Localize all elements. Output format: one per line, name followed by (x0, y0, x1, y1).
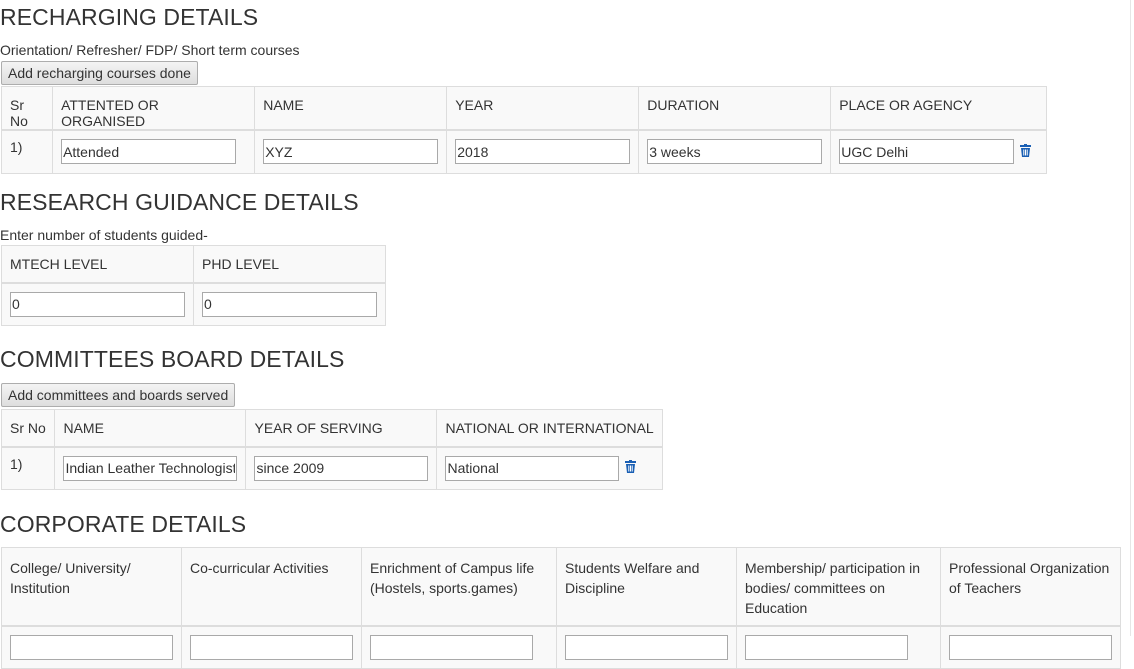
col-duration: DURATION (638, 86, 832, 131)
col-committee-name: NAME (54, 409, 247, 448)
recharging-subtitle: Orientation/ Refresher/ FDP/ Short term … (0, 42, 300, 58)
col-attended: ATTENTED OR ORGANISED (52, 86, 256, 131)
col-college: College/ University/ Institution (1, 547, 182, 627)
col-sr-no: Sr No (0, 86, 54, 131)
trash-icon[interactable] (1020, 143, 1032, 160)
col-national-international: NATIONAL OR INTERNATIONAL (436, 409, 663, 448)
col-year: YEAR (446, 86, 640, 131)
page-scroll-edge (1130, 0, 1131, 636)
corporate-title: CORPORATE DETAILS (0, 511, 247, 537)
membership-field[interactable] (745, 634, 908, 660)
college-field[interactable] (10, 634, 173, 660)
national-international-field[interactable] (445, 455, 620, 481)
mtech-level-field[interactable] (10, 291, 185, 317)
col-phd: PHD LEVEL (193, 245, 386, 284)
phd-level-field[interactable] (202, 291, 377, 317)
table-row: 1) (0, 129, 1047, 174)
col-campus-life: Enrichment of Campus life (Hostels, spor… (361, 547, 557, 627)
course-place-field[interactable] (839, 139, 1015, 164)
course-year-field[interactable] (455, 139, 631, 164)
col-sr-no: Sr No (0, 409, 56, 448)
add-committees-button[interactable]: Add committees and boards served (1, 383, 236, 407)
row-sr: 1) (0, 129, 54, 174)
year-of-serving-field[interactable] (254, 455, 429, 481)
committee-name-field[interactable] (63, 455, 238, 481)
col-place: PLACE OR AGENCY (830, 86, 1047, 131)
campus-life-field[interactable] (370, 634, 533, 660)
recharging-table: Sr No ATTENTED OR ORGANISED NAME YEAR DU… (0, 86, 1047, 174)
recharging-title: RECHARGING DETAILS (0, 4, 259, 30)
committees-title: COMMITTEES BOARD DETAILS (0, 346, 345, 372)
col-co-curricular: Co-curricular Activities (181, 547, 362, 627)
student-welfare-field[interactable] (565, 634, 728, 660)
course-duration-field[interactable] (647, 139, 823, 164)
col-mtech: MTECH LEVEL (1, 245, 194, 284)
col-year-of-serving: YEAR OF SERVING (245, 409, 438, 448)
col-professional-org: Professional Organization of Teachers (940, 547, 1121, 627)
research-title: RESEARCH GUIDANCE DETAILS (0, 189, 359, 215)
trash-icon[interactable] (625, 460, 637, 476)
committees-table: Sr No NAME YEAR OF SERVING NATIONAL OR I… (0, 409, 663, 490)
col-student-welfare: Students Welfare and Discipline (556, 547, 737, 627)
attended-field[interactable] (61, 139, 237, 164)
professional-org-field[interactable] (949, 634, 1112, 660)
research-subtitle: Enter number of students guided- (0, 227, 208, 243)
co-curricular-field[interactable] (190, 634, 353, 660)
corporate-table: College/ University/ Institution Co-curr… (1, 547, 1121, 669)
table-row: 1) (0, 446, 663, 490)
row-sr: 1) (0, 446, 56, 490)
col-name: NAME (254, 86, 448, 131)
add-recharging-button[interactable]: Add recharging courses done (1, 61, 198, 85)
research-table: MTECH LEVEL PHD LEVEL (1, 245, 386, 326)
course-name-field[interactable] (263, 139, 439, 164)
col-membership: Membership/ participation in bodies/ com… (736, 547, 941, 627)
